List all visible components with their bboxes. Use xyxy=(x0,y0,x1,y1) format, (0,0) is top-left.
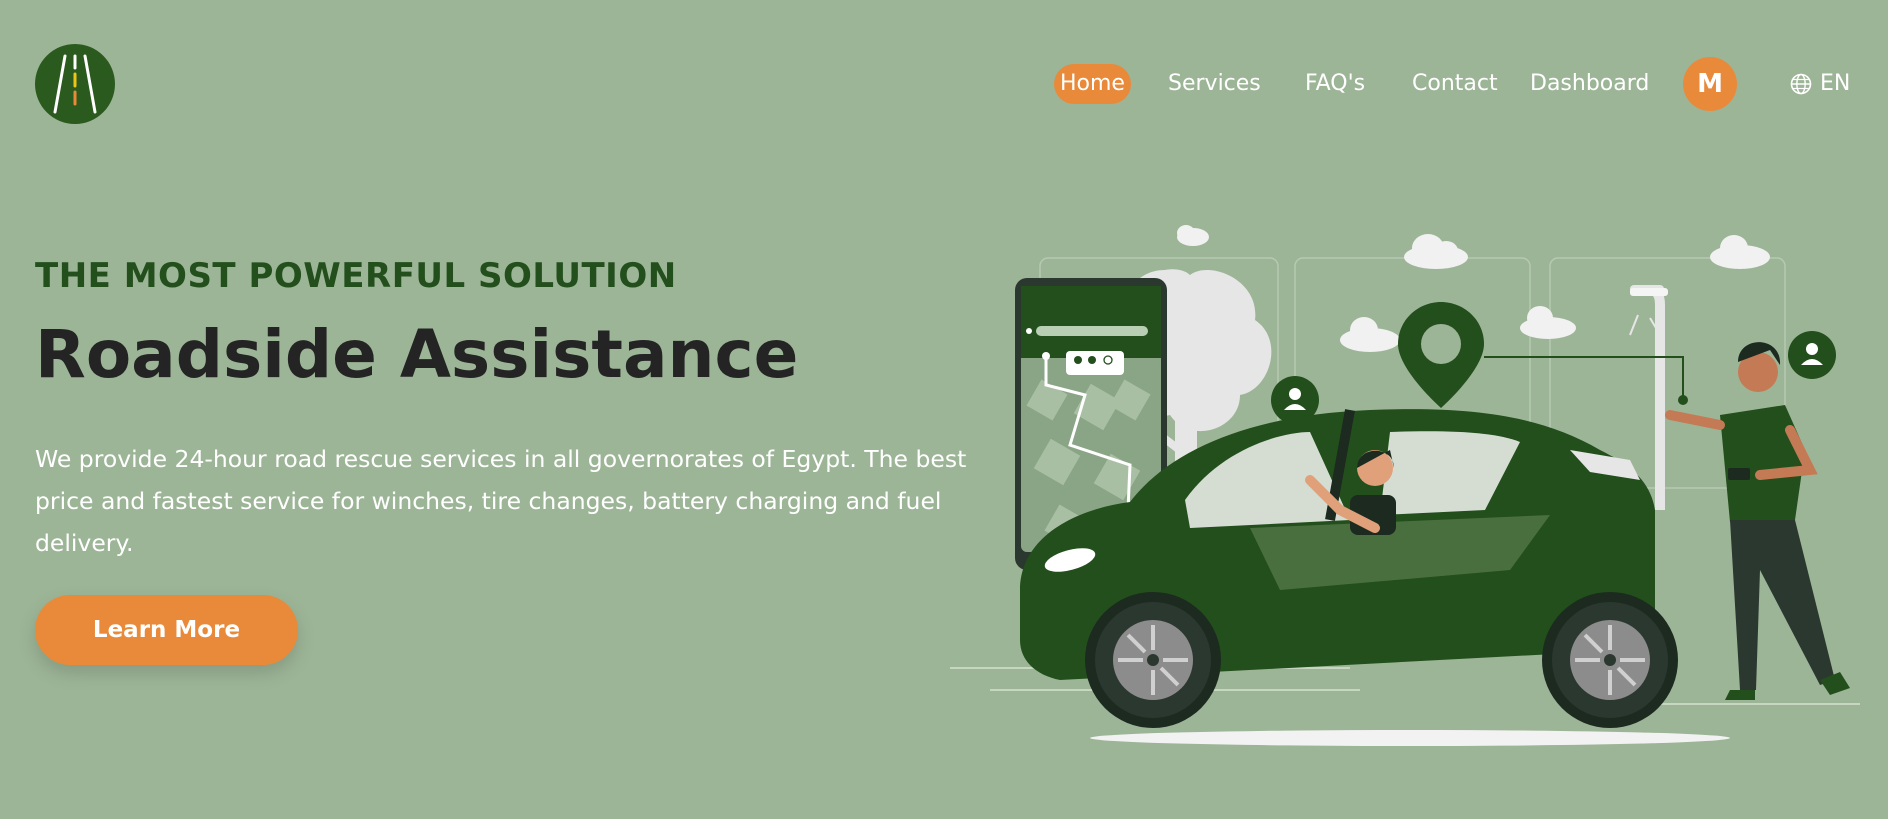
hero-eyebrow: THE MOST POWERFUL SOLUTION xyxy=(35,256,677,296)
language-selector[interactable]: EN xyxy=(1790,64,1850,104)
hero-title: Roadside Assistance xyxy=(35,316,799,393)
car-wheel xyxy=(1085,592,1221,728)
nav-services[interactable]: Services xyxy=(1168,64,1261,104)
nav-faqs[interactable]: FAQ's xyxy=(1305,64,1365,104)
car-shadow xyxy=(1090,730,1730,746)
cloud-icon xyxy=(1710,235,1770,269)
cloud-icon xyxy=(1520,306,1576,339)
globe-icon xyxy=(1790,73,1812,95)
mechanic-illustration xyxy=(1665,342,1850,700)
cloud-icon xyxy=(1340,317,1400,352)
hero-description: We provide 24-hour road rescue services … xyxy=(35,445,967,557)
person-badge-icon xyxy=(1788,331,1836,379)
roadside-illustration xyxy=(950,225,1860,746)
main-nav: Home Services FAQ's Contact Dashboard xyxy=(0,64,1888,104)
user-avatar[interactable]: M xyxy=(1683,57,1737,111)
nav-contact[interactable]: Contact xyxy=(1412,64,1498,104)
nav-home[interactable]: Home xyxy=(1054,64,1131,104)
language-label: EN xyxy=(1820,71,1851,96)
cloud-icon xyxy=(1177,225,1209,246)
cloud-icon xyxy=(1404,234,1468,269)
nav-dashboard[interactable]: Dashboard xyxy=(1530,64,1649,104)
learn-more-button[interactable]: Learn More xyxy=(35,595,298,665)
car-wheel xyxy=(1542,592,1678,728)
